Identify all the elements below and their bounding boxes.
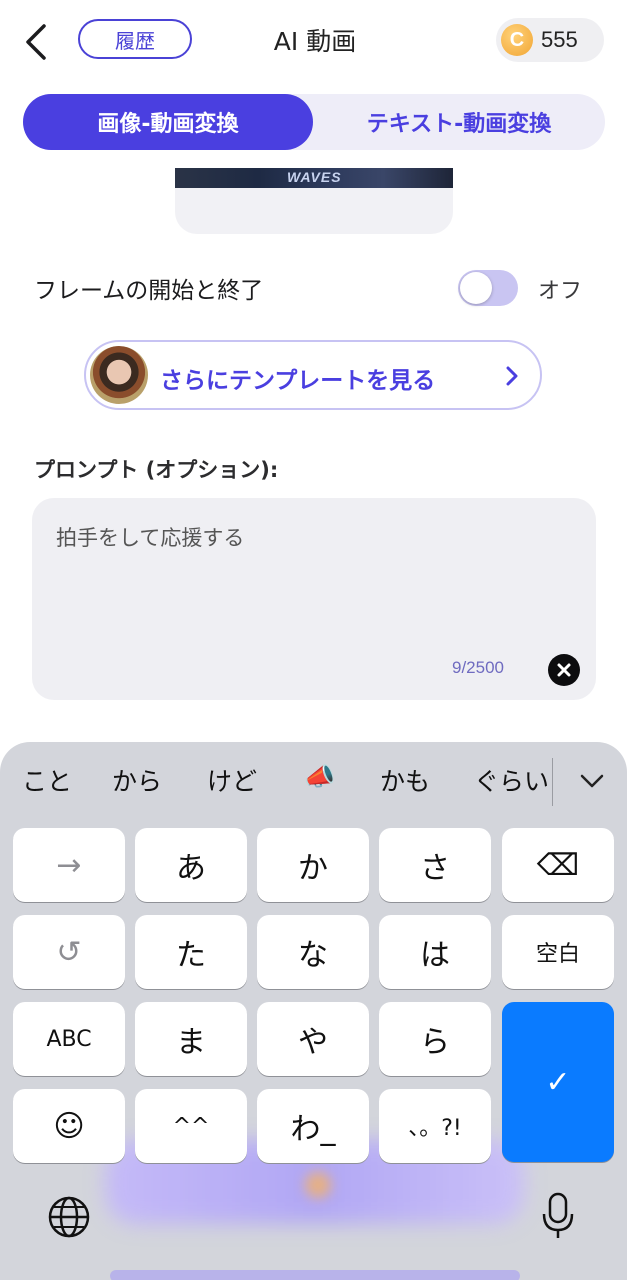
key-next-arrow[interactable]: → — [13, 828, 125, 902]
uploaded-image: WAVES — [175, 168, 453, 188]
template-avatar — [90, 346, 148, 404]
candidate-divider — [552, 758, 553, 806]
candidate-item[interactable]: こと — [22, 762, 72, 798]
candidate-item[interactable]: ぐらい — [474, 762, 549, 798]
uploaded-image-card[interactable]: WAVES — [175, 168, 453, 234]
key-emoji[interactable]: ☺ — [13, 1089, 125, 1163]
coin-balance[interactable]: C 555 — [496, 18, 604, 62]
enter-key[interactable]: ✓ — [502, 1002, 614, 1162]
space-key[interactable]: 空白 — [502, 915, 614, 989]
key-ha[interactable]: は — [379, 915, 491, 989]
back-button[interactable] — [18, 20, 58, 64]
coin-icon: C — [501, 24, 533, 56]
candidate-item[interactable]: から — [112, 762, 162, 798]
frames-label: フレームの開始と終了 — [34, 278, 264, 304]
key-na[interactable]: な — [257, 915, 369, 989]
globe-icon[interactable] — [46, 1194, 92, 1240]
microphone-icon[interactable] — [536, 1190, 580, 1242]
close-circle-icon — [557, 663, 571, 677]
key-abc[interactable]: ABC — [13, 1002, 125, 1076]
image-jersey-text: WAVES — [287, 169, 342, 185]
key-ka[interactable]: か — [257, 828, 369, 902]
key-wa[interactable]: わ_ — [257, 1089, 369, 1163]
clear-prompt-button[interactable] — [548, 654, 580, 686]
candidate-item[interactable]: かも — [380, 762, 430, 798]
char-count: 9/2500 — [452, 658, 504, 677]
chevron-left-icon — [26, 24, 46, 60]
candidate-item[interactable]: 📣 — [304, 762, 335, 792]
bottom-button-edge — [110, 1270, 520, 1280]
history-button[interactable]: 履歴 — [78, 19, 192, 59]
coin-count: 555 — [541, 27, 578, 52]
key-undo[interactable]: ↺ — [13, 915, 125, 989]
prompt-text: 拍手をして応援する — [56, 526, 245, 550]
delete-key[interactable]: ⌫ — [502, 828, 614, 902]
frames-toggle[interactable] — [458, 270, 518, 306]
mode-tabs: 画像-動画変換 テキスト-動画変換 — [23, 94, 605, 150]
japanese-keyboard: こと から けど 📣 かも ぐらい → あ か さ ⌫ ↺ た な は 空白 A… — [0, 742, 627, 1280]
candidate-bar: こと から けど 📣 かも ぐらい — [0, 742, 627, 818]
key-a[interactable]: あ — [135, 828, 247, 902]
key-kaomoji[interactable]: ^^ — [135, 1089, 247, 1163]
prompt-textarea[interactable]: 拍手をして応援する 9/2500 — [32, 498, 596, 700]
page-title: AI 動画 — [273, 27, 357, 56]
chevron-right-icon — [506, 366, 518, 386]
frames-toggle-state: オフ — [538, 279, 583, 304]
chevron-down-icon[interactable] — [578, 770, 606, 792]
tab-image-to-video[interactable]: 画像-動画変換 — [23, 94, 313, 150]
key-ra[interactable]: ら — [379, 1002, 491, 1076]
key-sa[interactable]: さ — [379, 828, 491, 902]
key-ya[interactable]: や — [257, 1002, 369, 1076]
toggle-knob — [460, 272, 492, 304]
more-templates-button[interactable]: さらにテンプレートを見る — [84, 340, 542, 410]
key-ma[interactable]: ま — [135, 1002, 247, 1076]
tab-text-to-video[interactable]: テキスト-動画変換 — [313, 94, 605, 150]
key-punctuation[interactable]: 、。?! — [379, 1089, 491, 1163]
prompt-label: プロンプト (オプション): — [34, 458, 279, 482]
key-ta[interactable]: た — [135, 915, 247, 989]
background-glow-dot — [305, 1172, 331, 1198]
more-templates-label: さらにテンプレートを見る — [160, 368, 436, 394]
candidate-item[interactable]: けど — [207, 762, 257, 798]
